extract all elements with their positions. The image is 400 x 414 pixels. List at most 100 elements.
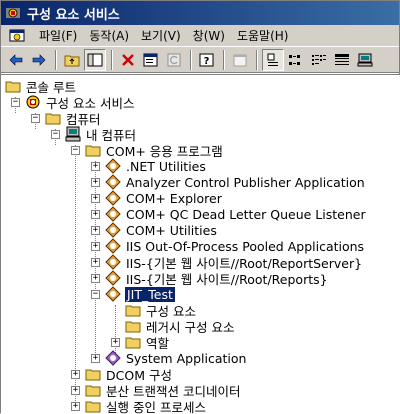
com-app-icon	[105, 254, 121, 270]
window-title: 구성 요소 서비스	[27, 4, 120, 23]
tree-item-app[interactable]: COM+ Explorer	[105, 190, 223, 206]
main-window: 구성 요소 서비스 파일(F) 동작(A) 보기(V) 창(W) 도움말(H)	[0, 0, 400, 413]
new-window-button[interactable]	[229, 49, 251, 71]
up-level-button[interactable]	[61, 49, 83, 71]
tree-item-app[interactable]: COM+ Utilities	[105, 222, 218, 238]
tree-item-label: 역할	[145, 333, 170, 352]
com-app-icon	[105, 174, 121, 190]
expand-toggle[interactable]: +	[91, 242, 100, 251]
expand-toggle[interactable]: +	[71, 402, 80, 411]
expand-toggle[interactable]: +	[111, 338, 120, 347]
com-app-icon	[105, 222, 121, 238]
folder-icon	[45, 110, 61, 126]
collapse-toggle[interactable]: −	[71, 146, 80, 155]
tree-view[interactable]: 콘솔 루트 − 구성 요소 서비스 − 컴퓨터 − 내 컴퓨터 − COM+ 응…	[1, 74, 400, 414]
folder-icon	[125, 318, 141, 334]
folder-icon	[85, 366, 101, 382]
properties-icon	[143, 53, 159, 67]
com-app-icon	[105, 286, 121, 302]
tree-item-label: COM+ 응용 프로그램	[105, 141, 224, 160]
expand-toggle[interactable]: +	[91, 178, 100, 187]
forward-button[interactable]	[28, 49, 50, 71]
refresh-icon	[167, 53, 181, 67]
expand-toggle[interactable]: +	[91, 274, 100, 283]
component-services-icon	[5, 5, 21, 21]
toolbar-separator	[223, 50, 225, 70]
expand-toggle[interactable]: +	[91, 162, 100, 171]
delete-button[interactable]	[117, 49, 139, 71]
tree-item-com-applications[interactable]: COM+ 응용 프로그램	[85, 142, 224, 158]
tree-item-app[interactable]: IIS-{기본 웹 사이트//Root/Reports}	[105, 270, 329, 286]
collapse-toggle[interactable]: −	[11, 98, 20, 107]
tree-item-legacy-components[interactable]: 레거시 구성 요소	[125, 318, 235, 334]
collapse-toggle[interactable]: −	[31, 114, 40, 123]
refresh-button[interactable]	[163, 49, 185, 71]
tree-item-app[interactable]: COM+ QC Dead Letter Queue Listener	[105, 206, 367, 222]
expand-toggle[interactable]: +	[91, 194, 100, 203]
menu-file[interactable]: 파일(F)	[33, 25, 83, 46]
small-icons-button[interactable]	[285, 49, 307, 71]
help-icon: ?	[199, 53, 215, 67]
toolbar-separator	[256, 50, 258, 70]
menu-bar: 파일(F) 동작(A) 보기(V) 창(W) 도움말(H)	[1, 25, 399, 47]
com-app-icon	[105, 206, 121, 222]
my-computer-icon	[65, 126, 81, 142]
details-icon	[334, 53, 350, 67]
tree-item-label: IIS Out-Of-Process Pooled Applications	[125, 239, 365, 254]
tree-item-label: .NET Utilities	[125, 159, 207, 174]
large-icons-icon	[265, 53, 281, 67]
tree-item-label: System Application	[125, 351, 247, 366]
tree-item-roles[interactable]: 역할	[125, 334, 170, 350]
console-icon	[9, 28, 25, 44]
list-button[interactable]	[308, 49, 330, 71]
show-hide-tree-icon	[87, 53, 103, 67]
back-icon	[9, 54, 23, 66]
menu-window[interactable]: 창(W)	[187, 25, 231, 46]
properties-button[interactable]	[140, 49, 162, 71]
expand-toggle[interactable]: +	[71, 386, 80, 395]
com-app-icon	[105, 190, 121, 206]
expand-toggle[interactable]: +	[71, 370, 80, 379]
folder-icon	[85, 398, 101, 414]
tree-item-app[interactable]: .NET Utilities	[105, 158, 207, 174]
details-button[interactable]	[331, 49, 353, 71]
expand-toggle[interactable]: +	[91, 258, 100, 267]
delete-icon	[121, 53, 135, 67]
help-button[interactable]: ?	[196, 49, 218, 71]
toolbar-separator	[55, 50, 57, 70]
com-app-icon	[105, 270, 121, 286]
tree-item-app[interactable]: Analyzer Control Publisher Application	[105, 174, 366, 190]
tree-item-running-processes[interactable]: 실행 중인 프로세스	[85, 398, 207, 414]
show-hide-tree-button[interactable]	[84, 49, 106, 71]
folder-icon	[125, 334, 141, 350]
com-app-icon	[105, 238, 121, 254]
expand-toggle[interactable]: +	[91, 354, 100, 363]
large-icons-button[interactable]	[262, 49, 284, 71]
collapse-toggle[interactable]: −	[91, 290, 100, 299]
component-services-icon	[25, 94, 41, 110]
expand-toggle[interactable]: +	[91, 210, 100, 219]
menu-view[interactable]: 보기(V)	[135, 25, 187, 46]
system-menu-button[interactable]	[3, 26, 33, 46]
folder-icon	[125, 302, 141, 318]
tree-item-label: 실행 중인 프로세스	[105, 397, 207, 414]
collapse-toggle[interactable]: −	[51, 130, 60, 139]
com-app-stopped-icon	[105, 158, 121, 174]
tree-item-label: JIT_Test	[125, 287, 175, 302]
small-icons-icon	[288, 53, 304, 67]
back-button[interactable]	[5, 49, 27, 71]
expand-toggle[interactable]: +	[91, 226, 100, 235]
title-bar[interactable]: 구성 요소 서비스	[1, 1, 399, 25]
tree-item-label: COM+ Explorer	[125, 191, 223, 206]
menu-help[interactable]: 도움말(H)	[231, 25, 295, 46]
new-icon	[232, 53, 248, 67]
menu-action[interactable]: 동작(A)	[83, 25, 135, 46]
toolbar-separator	[190, 50, 192, 70]
tree-item-label: IIS-{기본 웹 사이트//Root/Reports}	[125, 269, 329, 288]
forward-icon	[32, 54, 46, 66]
computer-icon	[357, 53, 373, 67]
folder-icon	[85, 382, 101, 398]
folder-icon	[85, 142, 101, 158]
computer-button[interactable]	[354, 49, 376, 71]
up-folder-icon	[64, 53, 80, 67]
